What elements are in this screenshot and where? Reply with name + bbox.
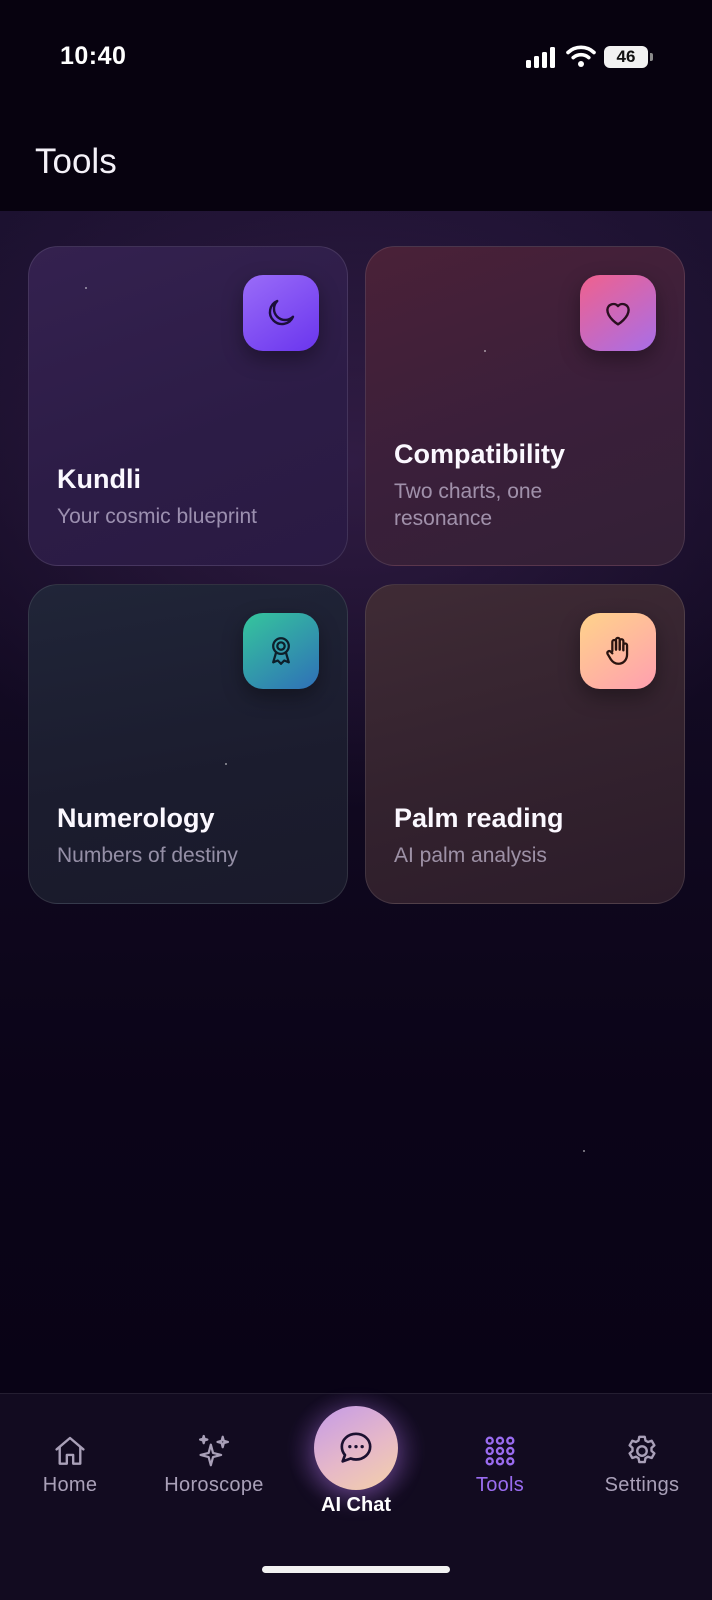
- chat-bubble-icon: [340, 1432, 372, 1463]
- star-dot: [484, 350, 486, 352]
- hand-icon: [580, 613, 656, 689]
- tool-title: Compatibility: [394, 439, 566, 469]
- battery-indicator: 46: [604, 46, 653, 68]
- tab-label: Settings: [604, 1474, 680, 1496]
- star-dot: [85, 287, 87, 289]
- heart-icon: [580, 275, 656, 351]
- tools-grid: Kundli Your cosmic blueprint Compatibili…: [28, 246, 685, 904]
- sparkles-icon: [198, 1434, 230, 1467]
- tab-label: Tools: [475, 1474, 525, 1496]
- tool-subtitle: AI palm analysis: [394, 844, 547, 867]
- tool-title: Numerology: [57, 803, 215, 833]
- ai-chat-button[interactable]: [314, 1406, 398, 1490]
- tool-card-palm-reading[interactable]: Palm reading AI palm analysis: [365, 584, 685, 904]
- moon-icon: [243, 275, 319, 351]
- tool-subtitle: Numbers of destiny: [57, 844, 238, 867]
- grid-dots-icon: [485, 1436, 515, 1466]
- tab-ai-chat[interactable]: AI Chat: [286, 1394, 426, 1524]
- header: Tools: [0, 110, 712, 211]
- tool-title: Palm reading: [394, 803, 564, 833]
- tab-label: Horoscope: [164, 1474, 264, 1496]
- tool-card-numerology[interactable]: Numerology Numbers of destiny: [28, 584, 348, 904]
- tool-card-kundli[interactable]: Kundli Your cosmic blueprint: [28, 246, 348, 566]
- tab-home[interactable]: Home: [0, 1432, 140, 1512]
- tab-label: Home: [42, 1474, 98, 1496]
- home-indicator: [262, 1566, 450, 1573]
- tool-card-compatibility[interactable]: Compatibility Two charts, one resonance: [365, 246, 685, 566]
- tab-label: AI Chat: [321, 1494, 391, 1516]
- tab-settings[interactable]: Settings: [572, 1432, 712, 1512]
- tab-tools[interactable]: Tools: [430, 1432, 570, 1512]
- gear-icon: [628, 1435, 656, 1464]
- star-dot: [583, 1150, 585, 1152]
- star-dot: [225, 763, 227, 765]
- tab-horoscope[interactable]: Horoscope: [144, 1432, 284, 1512]
- tool-subtitle: Your cosmic blueprint: [57, 505, 257, 528]
- wifi-icon: [566, 45, 596, 67]
- tool-title: Kundli: [57, 464, 141, 494]
- status-bar: 10:40 46: [0, 0, 712, 110]
- status-time: 10:40: [60, 42, 127, 70]
- cellular-signal-icon: [526, 46, 558, 68]
- award-icon: [243, 613, 319, 689]
- page-title: Tools: [35, 142, 117, 181]
- tool-subtitle: Two charts, one resonance: [394, 480, 543, 530]
- home-icon: [55, 1436, 85, 1465]
